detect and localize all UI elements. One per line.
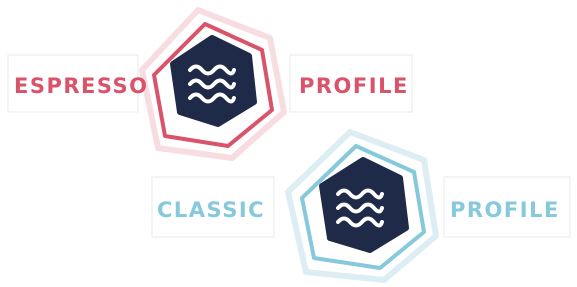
classic-right-label: PROFILE — [450, 198, 560, 222]
classic-left-label: CLASSIC — [157, 198, 265, 222]
badge-canvas: ESPRESSO PROFILE CLASSIC PROFILE — [0, 0, 577, 283]
espresso-right-label: PROFILE — [299, 74, 409, 98]
badges-illustration: ESPRESSO PROFILE CLASSIC PROFILE — [7, 7, 571, 283]
espresso-left-label: ESPRESSO — [14, 74, 149, 98]
